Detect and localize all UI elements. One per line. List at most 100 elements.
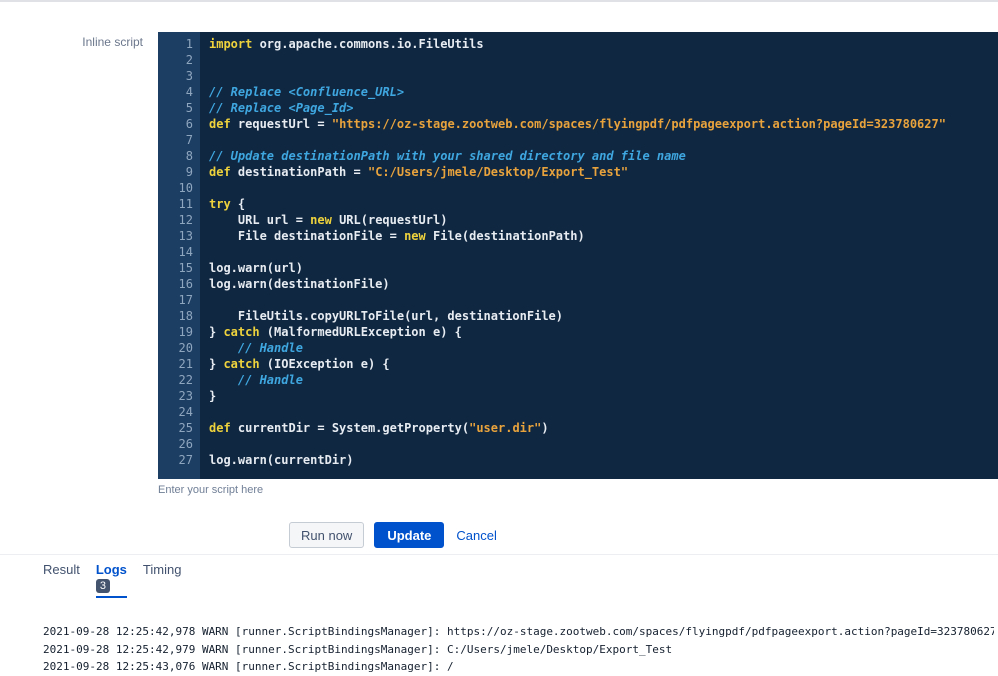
- log-line: 2021-09-28 12:25:42,979 WARN [runner.Scr…: [43, 642, 673, 656]
- code-line: log.warn(currentDir): [209, 452, 998, 468]
- code-token-kw: def: [209, 421, 231, 435]
- code-token-cm: // Replace <Page_Id>: [209, 101, 354, 115]
- code-token-cm: // Replace <Confluence_URL>: [209, 85, 405, 99]
- code-line: def currentDir = System.getProperty("use…: [209, 420, 998, 436]
- code-token-str: "https://oz-stage.zootweb.com/spaces/fly…: [331, 117, 946, 131]
- code-token-pl: destinationPath =: [230, 165, 368, 179]
- line-number: 19: [178, 325, 193, 339]
- line-number: 25: [178, 421, 193, 435]
- tab-logs-label: Logs: [95, 562, 127, 577]
- code-token-kw: catch: [223, 325, 260, 339]
- line-number: 24: [178, 405, 193, 419]
- line-number: 16: [178, 277, 193, 291]
- code-token-pl: FileUtils.copyURLToFile(url, destination…: [209, 309, 564, 323]
- script-hint-text: Enter your script here: [158, 484, 264, 496]
- inline-script-editor[interactable]: 1 2 3 4 5 6 7 8 9 10 11 12 13 14 15 16 17 18 19 20 21 22 23 24 2…: [158, 32, 998, 479]
- code-line: // Replace <Page_Id>: [209, 100, 998, 116]
- line-number: 13: [178, 229, 193, 243]
- line-number: 5: [185, 101, 193, 115]
- code-line: } catch (MalformedURLException e) {: [209, 324, 998, 340]
- line-number: 8: [185, 149, 193, 163]
- code-token-pl: (MalformedURLException e) {: [259, 325, 462, 339]
- code-token-str: "C:/Users/jmele/Desktop/Export_Test": [367, 165, 629, 179]
- line-number: 15: [178, 261, 193, 275]
- code-token-pl: ): [541, 421, 549, 435]
- code-token-pl: URL url =: [209, 213, 311, 227]
- script-console-page: Inline script 1 2 3 4 5 6 7 8 9 10 11 12 13 14 15 16 17 1…: [0, 0, 998, 676]
- code-line: File destinationFile = new File(destinat…: [209, 228, 998, 244]
- tab-result-label: Result: [43, 562, 80, 577]
- tab-result[interactable]: Result: [43, 562, 80, 577]
- line-number: 9: [185, 165, 193, 179]
- code-token-pl: org.apache.commons.io.FileUtils: [252, 37, 484, 51]
- code-token-kw: import: [209, 37, 253, 51]
- code-line: // Handle: [209, 340, 998, 356]
- code-token-pl: {: [230, 197, 246, 211]
- line-number: 20: [178, 341, 193, 355]
- code-token-pl: log.warn(currentDir): [209, 453, 354, 467]
- code-line: log.warn(url): [209, 260, 998, 276]
- code-line: try {: [209, 196, 998, 212]
- log-line: 2021-09-28 12:25:42,978 WARN [runner.Scr…: [43, 625, 994, 638]
- code-token-pl: currentDir = System.getProperty(: [230, 421, 470, 435]
- line-number: 7: [185, 133, 193, 147]
- code-line: // Replace <Confluence_URL>: [209, 84, 998, 100]
- code-line: def requestUrl = "https://oz-stage.zootw…: [209, 116, 998, 132]
- code-token-kw: catch: [223, 357, 260, 371]
- line-number: 22: [178, 373, 193, 387]
- code-token-cm: // Handle: [209, 373, 303, 387]
- line-number: 27: [178, 453, 193, 467]
- code-line: // Update destinationPath with your shar…: [209, 148, 998, 164]
- line-number: 1: [185, 37, 193, 51]
- code-token-cm: // Update destinationPath with your shar…: [209, 149, 686, 163]
- line-number: 12: [178, 213, 193, 227]
- code-token-kw: new: [404, 229, 426, 243]
- code-token-kw: try: [209, 197, 231, 211]
- tab-timing-label: Timing: [142, 562, 182, 577]
- form-actions: Run now Update Cancel: [289, 522, 499, 548]
- results-section: Result Logs 3 Timing 2021-09-28 12:25:42…: [0, 554, 998, 676]
- tab-timing[interactable]: Timing: [143, 562, 182, 577]
- code-line: log.warn(destinationFile): [209, 276, 998, 292]
- update-button[interactable]: Update: [374, 522, 445, 548]
- code-line: def destinationPath = "C:/Users/jmele/De…: [209, 164, 998, 180]
- log-line: 2021-09-28 12:25:43,076 WARN [runner.Scr…: [43, 660, 454, 673]
- code-token-pl: }: [209, 357, 224, 371]
- line-number: 17: [178, 293, 193, 307]
- line-number: 10: [178, 181, 193, 195]
- code-line: }: [209, 388, 998, 404]
- code-token-pl: File destinationFile =: [209, 229, 405, 243]
- code-line: FileUtils.copyURLToFile(url, destination…: [209, 308, 998, 324]
- code-token-pl: }: [209, 325, 224, 339]
- results-tabs: Result Logs 3 Timing: [43, 562, 181, 598]
- code-line: // Handle: [209, 372, 998, 388]
- code-token-cm: // Handle: [209, 341, 303, 355]
- code-token-kw: def: [209, 165, 231, 179]
- line-number: 23: [178, 389, 193, 403]
- run-now-button[interactable]: Run now: [289, 522, 365, 548]
- code-line: URL url = new URL(requestUrl): [209, 212, 998, 228]
- line-number: 26: [178, 437, 193, 451]
- line-number: 3: [185, 69, 193, 83]
- inline-script-label: Inline script: [82, 35, 143, 49]
- code-token-pl: (IOException e) {: [259, 357, 390, 371]
- code-token-pl: }: [209, 389, 217, 403]
- line-number: 11: [178, 197, 193, 211]
- editor-code[interactable]: import org.apache.commons.io.FileUtils /…: [200, 32, 998, 479]
- editor-gutter: 1 2 3 4 5 6 7 8 9 10 11 12 13 14 15 16 17 18 19 20 21 22 23 24 2…: [158, 32, 200, 479]
- code-token-pl: log.warn(destinationFile): [209, 277, 390, 291]
- code-token-pl: URL(requestUrl): [331, 213, 448, 227]
- line-number: 14: [178, 245, 193, 259]
- code-token-pl: File(destinationPath): [425, 229, 585, 243]
- cancel-link[interactable]: Cancel: [454, 522, 498, 548]
- code-token-str: "user.dir": [469, 421, 542, 435]
- code-line: import org.apache.commons.io.FileUtils: [209, 36, 998, 52]
- logs-count-badge: 3: [95, 579, 110, 593]
- tab-logs[interactable]: Logs 3: [95, 562, 127, 598]
